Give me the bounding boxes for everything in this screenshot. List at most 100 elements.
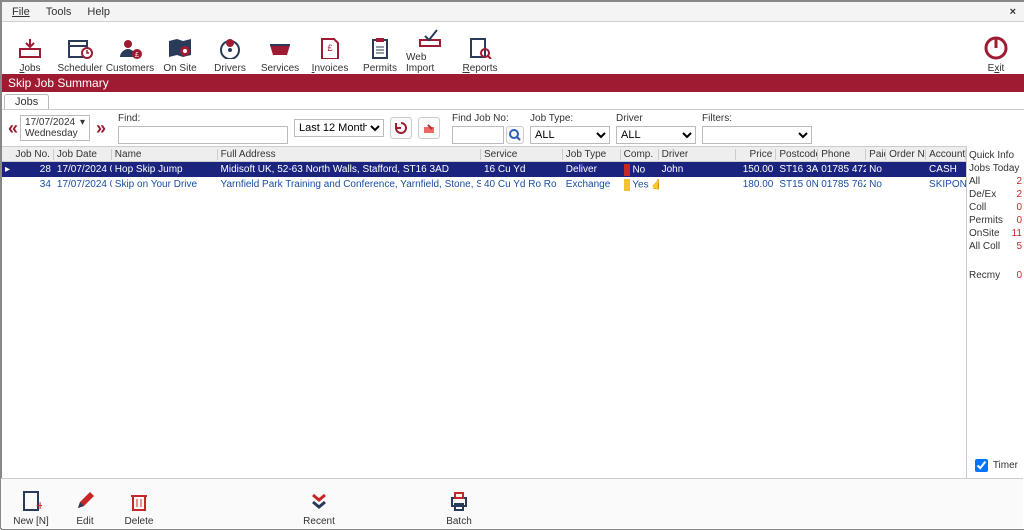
date-day: Wednesday [25,128,85,139]
col-paid[interactable]: Paid [866,149,886,160]
new-button[interactable]: + New [N] [7,481,55,527]
reports-label: Reports [462,63,497,74]
find-input[interactable] [118,126,288,144]
table-row[interactable]: 34 17/07/2024 07:00 Skip on Your Drive Y… [2,177,966,192]
col-account[interactable]: Account [926,149,966,160]
date-prev-button[interactable]: « [8,118,14,139]
menu-help[interactable]: Help [79,4,118,20]
delete-button[interactable]: Delete [115,481,163,527]
svg-text:£: £ [135,52,139,59]
col-service[interactable]: Service [481,149,563,160]
status-flag-icon [624,179,630,191]
printer-icon [446,488,472,514]
findjob-search-button[interactable] [506,126,524,144]
edit-button[interactable]: Edit [61,481,109,527]
permits-label: Permits [363,63,397,74]
chevron-down-icon: ▾ [80,117,85,128]
filters-label: Filters: [702,113,812,124]
driver-label: Driver [616,113,696,124]
scheduler-label: Scheduler [57,63,102,74]
services-label: Services [261,63,299,74]
tab-jobs[interactable]: Jobs [4,94,49,109]
menubar: File Tools Help × [2,2,1024,22]
timer-checkbox[interactable] [975,459,988,472]
svg-text:+: + [36,497,42,512]
quick-info-panel: Quick Info Jobs Today All2 De/Ex2 Coll0 … [966,146,1024,480]
filters-select[interactable] [702,126,812,144]
range-select[interactable]: Last 12 Months [294,119,384,137]
document-magnify-icon [467,35,493,61]
reports-button[interactable]: Reports [456,24,504,74]
services-button[interactable]: Services [256,24,304,74]
menu-tools[interactable]: Tools [38,4,80,20]
jobs-grid: Job No. Job Date Name Full Address Servi… [2,146,966,480]
col-name[interactable]: Name [112,149,218,160]
page-title: Skip Job Summary [2,74,1024,92]
col-comp[interactable]: Comp. [621,149,659,160]
quickinfo-subtitle: Jobs Today [969,163,1022,174]
jobs-label: Jobs [19,63,40,74]
driver-select[interactable]: ALL [616,126,696,144]
date-value: 17/07/2024 [25,117,75,128]
grid-header: Job No. Job Date Name Full Address Servi… [2,147,966,162]
quickinfo-title: Quick Info [969,150,1022,161]
person-pound-icon: £ [117,35,143,61]
skip-container-icon [267,35,293,61]
timer-toggle[interactable]: Timer [971,456,1018,475]
onsite-label: On Site [163,63,196,74]
col-price[interactable]: Price [736,149,776,160]
date-picker[interactable]: 17/07/2024 ▾ Wednesday [20,115,90,141]
clear-button[interactable] [418,117,440,139]
jobtype-label: Job Type: [530,113,610,124]
document-plus-icon: + [18,488,44,514]
exit-button[interactable]: Exit [972,24,1020,74]
invoices-button[interactable]: £ Invoices [306,24,354,74]
filter-bar: « 17/07/2024▾ Wednesday » Find: Last 12 … [2,110,1024,146]
status-flag-icon [624,164,630,176]
bottom-toolbar: + New [N] Edit Delete Recent Batch [1,478,1023,528]
customers-button[interactable]: £ Customers [106,24,154,74]
exit-label: Exit [988,63,1005,74]
thumbs-up-icon: 👍 [651,179,658,190]
map-pin-icon [167,35,193,61]
col-jobno[interactable]: Job No. [12,149,54,160]
permits-button[interactable]: Permits [356,24,404,74]
date-next-button[interactable]: » [96,118,102,139]
download-check-icon [417,24,443,50]
col-orderno[interactable]: Order No. [886,149,926,160]
refresh-button[interactable] [390,117,412,139]
power-icon [983,35,1009,61]
clipboard-icon [367,35,393,61]
trash-icon [126,488,152,514]
tray-down-icon [17,35,43,61]
menu-file[interactable]: File [4,4,38,20]
webimport-button[interactable]: Web Import [406,24,454,74]
main-toolbar: Jobs Scheduler £ Customers On Site Drive… [2,22,1024,74]
onsite-button[interactable]: On Site [156,24,204,74]
drivers-button[interactable]: Drivers [206,24,254,74]
col-phone[interactable]: Phone [818,149,866,160]
col-postcode[interactable]: Postcode [776,149,818,160]
steering-wheel-icon [217,35,243,61]
findjob-input[interactable] [452,126,504,144]
col-jobtype[interactable]: Job Type [563,149,621,160]
window-close-icon[interactable]: × [1004,6,1022,18]
drivers-label: Drivers [214,63,246,74]
findjob-label: Find Job No: [452,113,524,124]
jobs-button[interactable]: Jobs [6,24,54,74]
jobtype-select[interactable]: ALL [530,126,610,144]
customers-label: Customers [106,63,154,74]
table-row[interactable]: ▸ 28 17/07/2024 07:00 Hop Skip Jump Midi… [2,162,966,177]
col-addr[interactable]: Full Address [218,149,481,160]
tabstrip: Jobs [2,92,1024,110]
col-driver[interactable]: Driver [659,149,737,160]
batch-button[interactable]: Batch [435,481,483,527]
pencil-icon [72,488,98,514]
col-jobdate[interactable]: Job Date [54,149,112,160]
content-area: Job No. Job Date Name Full Address Servi… [2,146,1024,480]
scheduler-button[interactable]: Scheduler [56,24,104,74]
calendar-clock-icon [67,35,93,61]
invoices-label: Invoices [312,63,349,74]
recent-button[interactable]: Recent [295,481,343,527]
double-chevron-down-icon [306,488,332,514]
